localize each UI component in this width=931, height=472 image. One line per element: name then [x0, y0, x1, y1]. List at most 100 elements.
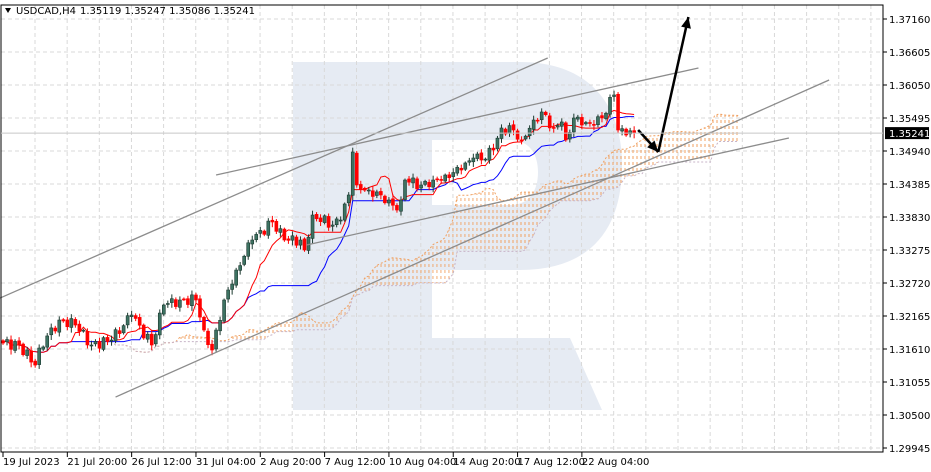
- bull-candle: [93, 341, 98, 345]
- bear-candle: [1, 340, 5, 344]
- bear-candle: [415, 178, 419, 190]
- cloud-segment: [634, 142, 639, 176]
- bear-candle: [137, 317, 142, 326]
- cloud-segment: [666, 132, 671, 162]
- bull-candle: [242, 255, 246, 265]
- cloud-segment: [380, 261, 385, 286]
- price-tick-label: 1.31610: [889, 345, 930, 356]
- cloud-segment: [622, 149, 627, 182]
- bull-candle: [234, 269, 238, 286]
- dropdown-triangle-icon[interactable]: [5, 8, 11, 13]
- cloud-segment: [569, 178, 574, 201]
- bull-candle: [157, 312, 162, 336]
- bull-candle: [608, 97, 612, 115]
- bear-candle: [9, 339, 13, 350]
- bull-candle: [375, 191, 379, 196]
- bear-candle: [61, 319, 66, 322]
- price-tick-label: 1.32720: [889, 279, 930, 290]
- bull-candle: [145, 333, 150, 340]
- bear-candle: [294, 236, 299, 246]
- cloud-segment: [324, 322, 329, 330]
- bear-candle: [379, 191, 383, 196]
- bear-candle: [358, 184, 363, 190]
- bear-candle: [302, 238, 307, 251]
- bear-candle: [149, 333, 154, 346]
- bull-candle: [266, 220, 271, 236]
- cloud-segment: [638, 139, 643, 174]
- time-axis[interactable]: 19 Jul 2023 21 Jul 20:00 26 Jul 12:00 31 Ju…: [2, 452, 649, 468]
- bear-candle: [479, 152, 484, 161]
- bear-candle: [624, 128, 628, 136]
- symbol-label: USDCAD,H4: [16, 6, 76, 17]
- bull-candle: [387, 199, 391, 204]
- cloud-segment: [642, 136, 647, 174]
- time-tick-label: 7 Aug 12:00: [325, 457, 386, 468]
- cloud-segment: [694, 129, 699, 162]
- cloud-segment: [364, 275, 369, 292]
- bull-candle: [226, 289, 230, 300]
- cloud-segment: [445, 228, 450, 283]
- price-chart[interactable]: 1.37160 1.36605 1.36050 1.35495 1.34940 1.343…: [0, 0, 931, 472]
- cloud-segment: [195, 336, 200, 342]
- cloud-segment: [497, 198, 502, 252]
- bear-candle: [459, 167, 464, 171]
- bear-candle: [21, 343, 25, 356]
- bear-candle: [519, 139, 524, 142]
- bear-candle: [33, 360, 37, 366]
- bear-candle: [85, 330, 90, 346]
- bull-candle: [350, 151, 355, 196]
- bull-candle: [443, 174, 448, 182]
- price-tick-label: 1.31055: [889, 378, 930, 389]
- bear-candle: [133, 315, 138, 319]
- bear-candle: [117, 330, 122, 334]
- bull-candle: [403, 179, 407, 200]
- bear-candle: [491, 147, 496, 151]
- bear-candle: [588, 122, 592, 124]
- cloud-segment: [529, 192, 534, 242]
- time-tick-label: 22 Aug 04:00: [582, 457, 649, 468]
- bull-candle: [290, 235, 295, 241]
- time-tick-label: 19 Jul 2023: [3, 457, 60, 468]
- bear-candle: [535, 119, 540, 122]
- cloud-segment: [441, 237, 446, 283]
- cloud-segment: [232, 335, 237, 341]
- bull-candle: [419, 184, 423, 189]
- cloud-segment: [304, 313, 309, 330]
- bear-candle: [274, 220, 279, 232]
- bull-candle: [463, 162, 468, 170]
- bear-candle: [270, 219, 275, 223]
- bear-candle: [515, 130, 520, 140]
- price-tick-label: 1.30500: [889, 411, 930, 422]
- cloud-segment: [179, 336, 184, 342]
- price-tick-label: 1.36050: [889, 81, 930, 92]
- bear-candle: [182, 298, 186, 301]
- cloud-segment: [630, 146, 635, 176]
- cloud-segment: [388, 257, 393, 286]
- cloud-segment: [730, 115, 735, 142]
- bull-candle: [81, 329, 86, 332]
- price-tick-label: 1.37160: [889, 15, 930, 26]
- bear-candle: [395, 205, 399, 211]
- bull-candle: [153, 334, 158, 345]
- bull-candle: [322, 215, 327, 223]
- cloud-segment: [473, 193, 478, 252]
- cloud-segment: [525, 192, 530, 250]
- price-tick-label: 1.33275: [889, 246, 930, 257]
- bear-candle: [391, 198, 395, 206]
- bull-candle: [25, 349, 29, 356]
- bull-candle: [69, 318, 74, 328]
- bull-candle: [596, 116, 600, 125]
- price-tick-label: 1.34940: [889, 147, 930, 158]
- bear-candle: [616, 93, 620, 131]
- bull-candle: [246, 242, 251, 257]
- bear-candle: [105, 337, 110, 342]
- bull-candle: [487, 147, 492, 161]
- cloud-segment: [465, 195, 470, 252]
- bull-candle: [250, 239, 255, 245]
- cloud-segment: [670, 131, 675, 162]
- cloud-segment: [433, 242, 438, 283]
- cloud-segment: [481, 188, 486, 252]
- bear-candle: [427, 182, 431, 188]
- cloud-segment: [682, 131, 687, 162]
- bull-candle: [495, 137, 500, 150]
